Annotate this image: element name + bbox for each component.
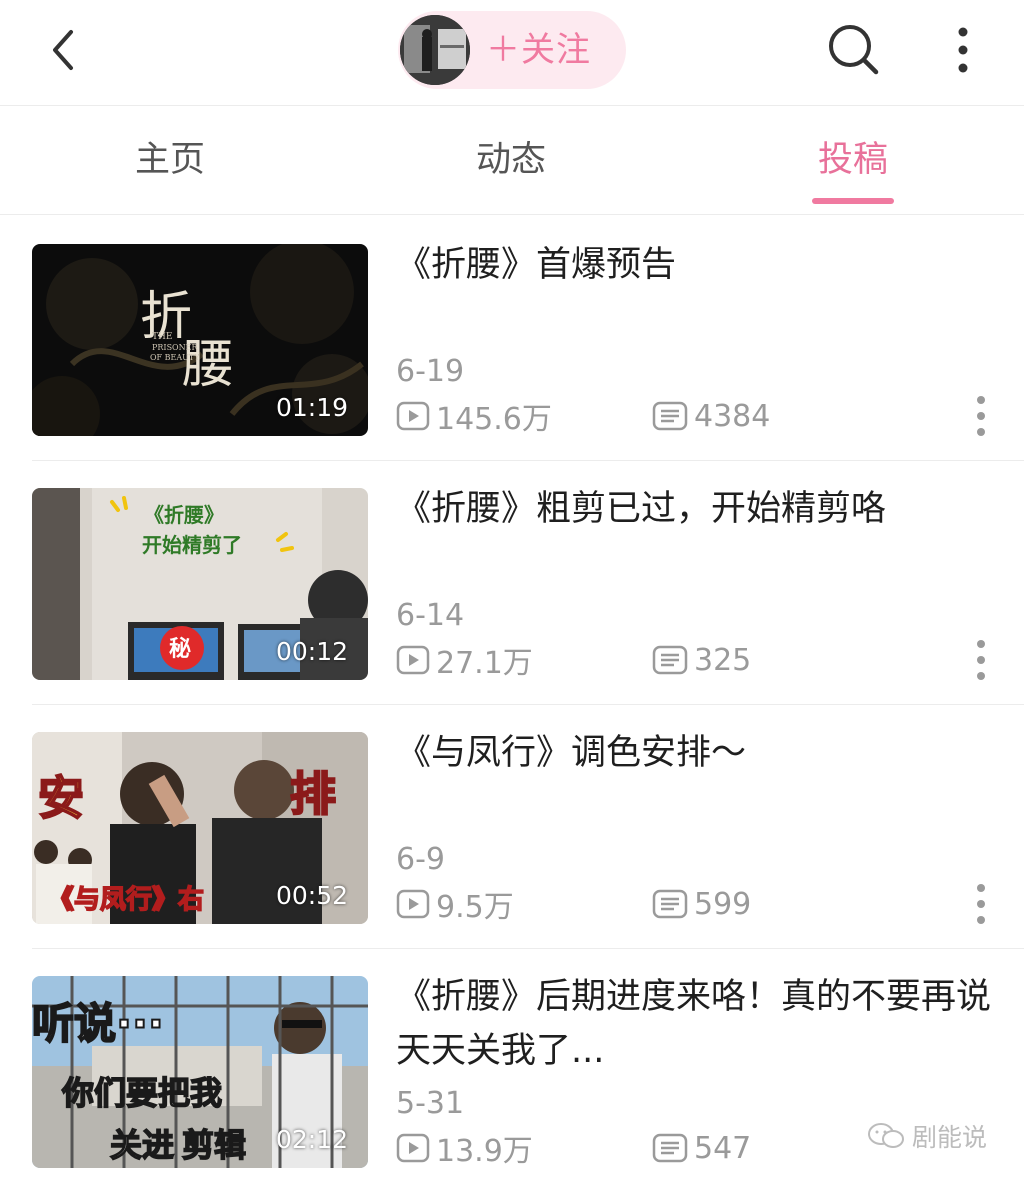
more-options-button[interactable] <box>944 20 982 80</box>
comment-icon <box>652 401 688 431</box>
thumb-caption: 《与凤行》右 <box>48 884 204 915</box>
view-count-value: 13.9万 <box>436 1134 533 1169</box>
item-more-button[interactable] <box>966 878 996 930</box>
active-tab-indicator <box>812 198 894 204</box>
video-item[interactable]: 折 腰 THE PRISONER OF BEAUTY 01:19 《折腰》首爆预… <box>0 216 1024 461</box>
thumb-caption: 安 <box>38 771 84 825</box>
thumb-caption: 开始精剪了 <box>142 533 242 557</box>
item-more-button[interactable] <box>966 390 996 442</box>
more-vertical-icon <box>977 884 985 924</box>
more-vertical-icon <box>977 396 985 436</box>
video-date: 5-31 <box>396 1086 465 1121</box>
watermark: 剧能说 <box>866 1118 987 1154</box>
view-count-value: 145.6万 <box>436 402 552 437</box>
comment-count-value: 325 <box>694 642 752 678</box>
video-title[interactable]: 《折腰》粗剪已过，开始精剪咯 <box>396 482 996 536</box>
follow-button[interactable]: ＋关注 <box>398 11 626 89</box>
view-count-value: 27.1万 <box>436 646 533 681</box>
video-title[interactable]: 《折腰》首爆预告 <box>396 238 996 292</box>
video-item[interactable]: 安 排 《与凤行》右 00:52 《与凤行》调色安排～ 6-9 9.5万 599 <box>0 704 1024 949</box>
view-count: 27.1万 <box>396 640 533 681</box>
comment-icon <box>652 645 688 675</box>
thumb-caption: 关进 <box>110 1126 174 1164</box>
thumb-caption: 剪辑 <box>182 1126 246 1164</box>
more-vertical-icon <box>958 27 968 73</box>
thumb-subtitle: PRISONER <box>152 343 198 352</box>
video-date: 6-19 <box>396 354 465 389</box>
video-duration: 01:19 <box>275 393 348 422</box>
thumb-caption: 听说··· <box>32 999 164 1048</box>
video-item[interactable]: 秘 《折腰》 开始精剪了 00:12 《折腰》粗剪已过，开始精剪咯 6-14 2… <box>0 460 1024 705</box>
comment-icon <box>652 1133 688 1163</box>
tab-activity[interactable]: 动态 <box>451 107 571 215</box>
comment-count: 4384 <box>652 396 770 436</box>
top-bar: ＋关注 <box>0 0 1024 106</box>
back-arrow-icon <box>53 30 73 70</box>
comment-icon <box>652 889 688 919</box>
more-vertical-icon <box>977 640 985 680</box>
play-icon <box>396 645 430 675</box>
video-title[interactable]: 《与凤行》调色安排～ <box>396 726 996 780</box>
avatar[interactable] <box>400 15 470 85</box>
video-thumbnail[interactable]: 安 排 《与凤行》右 00:52 <box>32 732 368 924</box>
view-count: 9.5万 <box>396 884 514 925</box>
search-icon <box>829 25 879 75</box>
comment-count: 547 <box>652 1128 751 1168</box>
video-date: 6-14 <box>396 598 465 633</box>
thumb-subtitle: THE <box>152 332 172 342</box>
video-title[interactable]: 《折腰》后期进度来咯！真的不要再说天天关我了... <box>396 970 996 1078</box>
comment-count-value: 547 <box>694 1130 752 1166</box>
follow-label: ＋关注 <box>486 30 591 70</box>
comment-count: 325 <box>652 640 751 680</box>
view-count: 145.6万 <box>396 396 552 437</box>
video-duration: 02:12 <box>275 1125 348 1154</box>
thumb-caption: 你们要把我 <box>61 1074 222 1112</box>
back-button[interactable] <box>40 22 86 78</box>
item-more-button[interactable] <box>966 634 996 686</box>
video-duration: 00:12 <box>275 637 348 666</box>
search-button[interactable] <box>824 20 884 80</box>
view-count: 13.9万 <box>396 1128 533 1169</box>
video-thumbnail[interactable]: 折 腰 THE PRISONER OF BEAUTY 01:19 <box>32 244 368 436</box>
comment-count-value: 599 <box>694 886 752 922</box>
tab-home[interactable]: 主页 <box>110 107 230 215</box>
video-duration: 00:52 <box>275 881 348 910</box>
watermark-text: 剧能说 <box>912 1123 988 1152</box>
thumb-caption: 《折腰》 <box>144 503 224 527</box>
thumb-badge: 秘 <box>169 636 191 662</box>
wechat-icon <box>868 1123 904 1148</box>
view-count-value: 9.5万 <box>436 890 514 925</box>
video-thumbnail[interactable]: 秘 《折腰》 开始精剪了 00:12 <box>32 488 368 680</box>
video-date: 6-9 <box>396 842 445 877</box>
play-icon <box>396 1133 430 1163</box>
thumb-subtitle: OF BEAUTY <box>150 353 200 362</box>
comment-count: 599 <box>652 884 751 924</box>
thumb-caption: 排 <box>290 767 336 821</box>
video-thumbnail[interactable]: 听说··· 你们要把我 关进 剪辑 02:12 <box>32 976 368 1168</box>
play-icon <box>396 889 430 919</box>
comment-count-value: 4384 <box>694 398 771 434</box>
play-icon <box>396 401 430 431</box>
